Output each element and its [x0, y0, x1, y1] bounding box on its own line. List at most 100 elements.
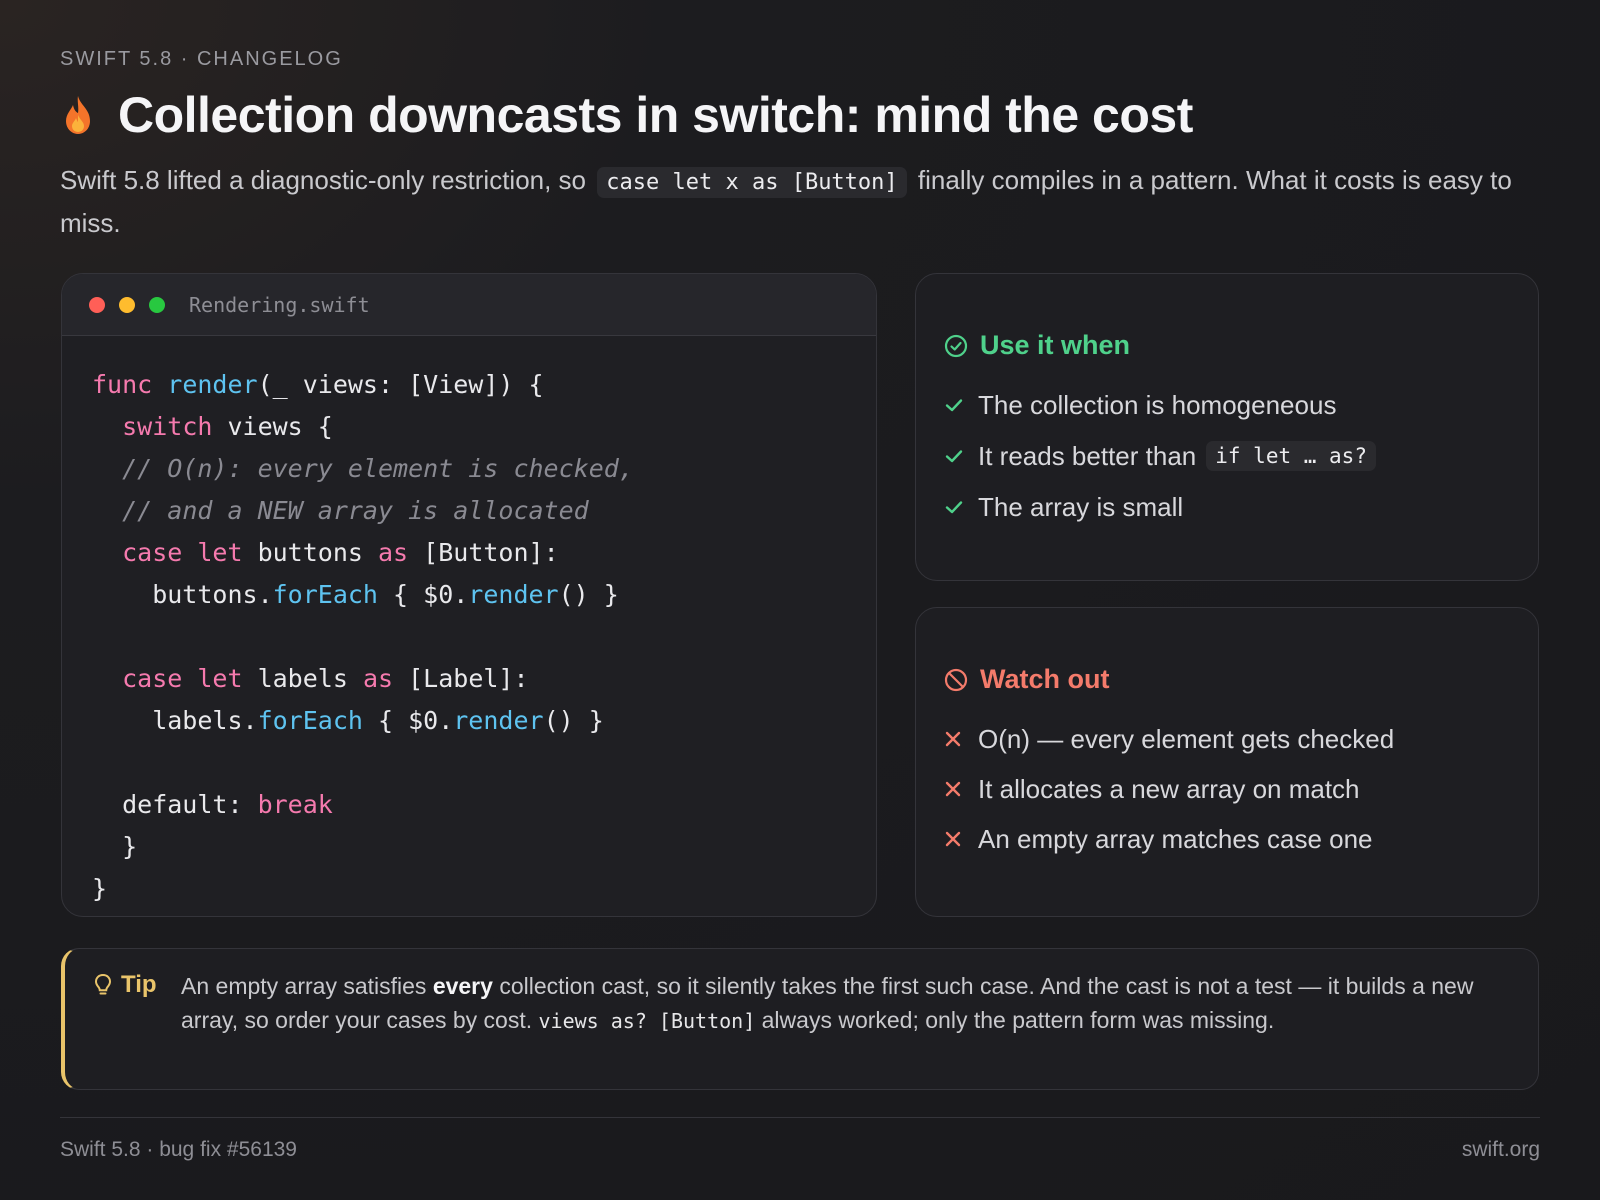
prohibited-icon: [944, 668, 968, 691]
cross-icon: [944, 730, 978, 748]
list-item-text: It reads better than: [978, 440, 1197, 471]
list-item: It allocates a new array on match: [944, 764, 1394, 814]
use-it-when-heading: Use it when: [944, 330, 1130, 361]
tip-text-a: An empty array satisfies: [181, 973, 433, 999]
list-item-text: It allocates a new array on match: [978, 773, 1360, 804]
footer-divider: [60, 1117, 1540, 1118]
code-token: [Button]:: [408, 538, 559, 567]
tip-label-text: Tip: [121, 971, 157, 998]
list-item: It reads better than if let … as?: [944, 430, 1376, 482]
code-line: case let labels as [Label]:: [92, 658, 876, 700]
watch-out-card: Watch out O(n) — every element gets chec…: [915, 607, 1539, 917]
watch-out-title: Watch out: [980, 664, 1110, 694]
code-line: switch views {: [92, 406, 876, 448]
title-row: Collection downcasts in switch: mind the…: [60, 86, 1193, 144]
watch-out-list: O(n) — every element gets checked It all…: [944, 714, 1394, 864]
minimize-dot-icon: [119, 296, 135, 313]
footer-link[interactable]: swift.org: [1462, 1138, 1540, 1162]
tip-callout: Tip An empty array satisfies every colle…: [61, 948, 1539, 1090]
code-token: labels.: [92, 706, 258, 735]
list-item-text: The collection is homogeneous: [978, 389, 1337, 420]
code-token: switch: [122, 412, 213, 441]
list-item-text: O(n) — every element gets checked: [978, 723, 1395, 754]
code-token: { $0.: [362, 706, 454, 735]
code-token: func: [92, 370, 168, 399]
code-token: as: [378, 538, 409, 567]
code-token: // and a NEW array is allocated: [122, 496, 589, 525]
code-line: func render(_ views: [View]) {: [92, 364, 876, 406]
code-token: buttons: [242, 538, 378, 567]
use-it-when-list: The collection is homogeneous It reads b…: [944, 380, 1376, 532]
list-item-text: The array is small: [978, 491, 1184, 522]
code-token: }: [92, 832, 138, 861]
list-item-code: if let … as?: [1206, 441, 1376, 471]
cross-icon: [944, 830, 978, 848]
code-token: case let: [122, 664, 243, 693]
maximize-dot-icon: [149, 296, 165, 313]
lightbulb-icon: [94, 973, 112, 995]
tip-label: Tip: [93, 971, 157, 999]
tip-text-c: always worked; only the pattern form was…: [755, 1007, 1275, 1033]
tip-text: An empty array satisfies every collectio…: [181, 969, 1521, 1038]
eyebrow-label: SWIFT 5.8 · CHANGELOG: [60, 48, 343, 70]
code-token: render: [167, 370, 258, 399]
check-circle-icon: [944, 334, 968, 357]
code-token: forEach: [272, 580, 378, 609]
list-item: O(n) — every element gets checked: [944, 714, 1394, 764]
footer-version: Swift 5.8 · bug fix #56139: [60, 1138, 297, 1161]
code-window: Rendering.swift func render(_ views: [Vi…: [61, 273, 877, 917]
page-title: Collection downcasts in switch: mind the…: [118, 87, 1193, 143]
code-token: labels: [242, 664, 363, 693]
code-token: { $0.: [377, 580, 469, 609]
list-item: An empty array matches case one: [944, 814, 1394, 864]
code-line: }: [92, 868, 876, 910]
list-item: The collection is homogeneous: [944, 380, 1376, 430]
list-item-text: An empty array matches case one: [978, 823, 1373, 854]
intro-text-before: Swift 5.8 lifted a diagnostic-only restr…: [60, 165, 587, 195]
code-token: case let: [122, 538, 243, 567]
cross-icon: [944, 780, 978, 798]
checkmark-icon: [944, 395, 978, 415]
code-token: views {: [212, 412, 333, 441]
code-line: buttons.forEach { $0.render() }: [92, 574, 876, 616]
code-token: render: [468, 580, 559, 609]
watch-out-heading: Watch out: [944, 664, 1109, 695]
code-line: default: break: [92, 784, 876, 826]
tip-inline-code: views as? [Button]: [538, 1009, 756, 1033]
code-line: // O(n): every element is checked,: [92, 448, 876, 490]
code-token: // O(n): every element is checked,: [122, 454, 634, 483]
list-item: The array is small: [944, 482, 1376, 532]
code-token: [Label]:: [393, 664, 529, 693]
code-token: forEach: [257, 706, 363, 735]
code-line: // and a NEW array is allocated: [92, 490, 876, 532]
checkmark-icon: [944, 497, 978, 517]
close-dot-icon: [89, 296, 105, 313]
code-token: as: [362, 664, 394, 693]
flame-icon: [66, 96, 90, 134]
code-token: (_ views: [View]) {: [257, 370, 544, 399]
code-body: func render(_ views: [View]) { switch vi…: [62, 336, 876, 910]
code-token: buttons.: [92, 580, 273, 609]
code-line: }: [92, 826, 876, 868]
code-token: }: [92, 874, 108, 903]
code-token: default:: [92, 790, 258, 819]
checkmark-icon: [944, 446, 978, 466]
code-window-titlebar: Rendering.swift: [62, 274, 876, 336]
code-line: case let buttons as [Button]:: [92, 532, 876, 574]
code-token: render: [453, 706, 544, 735]
use-it-when-card: Use it when The collection is homogeneou…: [915, 273, 1539, 581]
code-line: labels.forEach { $0.render() }: [92, 700, 876, 742]
tip-text-emphasis: every: [432, 973, 493, 999]
use-it-when-title: Use it when: [980, 330, 1131, 360]
intro-inline-code: case let x as [Button]: [597, 167, 907, 198]
code-token: () }: [558, 580, 619, 609]
code-token: () }: [543, 706, 604, 735]
code-filename: Rendering.swift: [189, 292, 370, 317]
